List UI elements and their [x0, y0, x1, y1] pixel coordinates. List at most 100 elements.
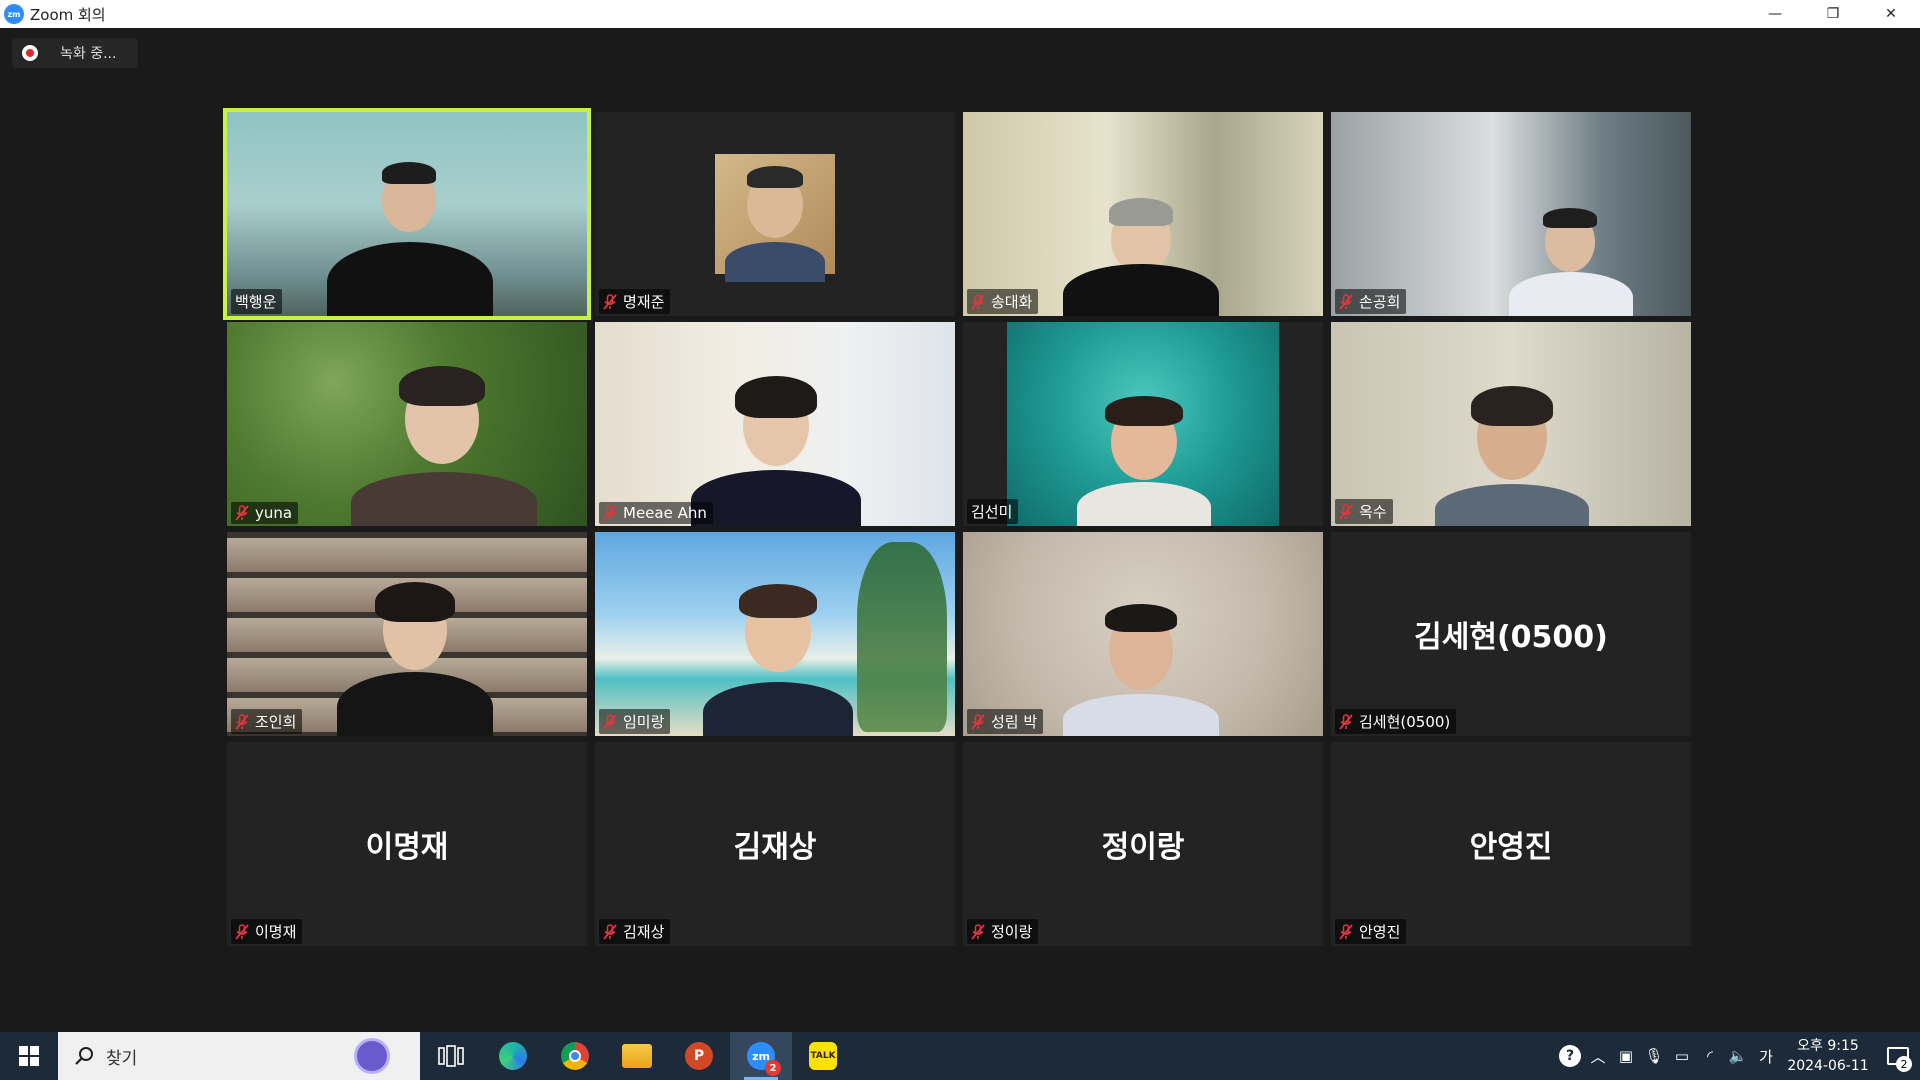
- participant-name-label: 정이랑: [967, 919, 1039, 944]
- zoom-badge: 2: [765, 1060, 781, 1076]
- record-icon: [22, 45, 38, 61]
- participant-tile[interactable]: 이명재 이명재: [227, 742, 587, 946]
- participant-name: 송대화: [991, 293, 1033, 311]
- clock-time: 오후 9:15: [1797, 1038, 1859, 1054]
- muted-mic-icon: [1339, 713, 1353, 730]
- participant-tile[interactable]: 손공희: [1331, 112, 1691, 316]
- participant-name: 이명재: [255, 923, 297, 941]
- muted-mic-icon: [1339, 923, 1353, 940]
- taskbar-clock[interactable]: 오후 9:15 2024-06-11: [1780, 1036, 1876, 1076]
- close-button[interactable]: ✕: [1862, 0, 1920, 28]
- participant-name: Meeae Ahn: [623, 504, 707, 522]
- wifi-icon[interactable]: ◜: [1696, 1032, 1724, 1080]
- participant-video: [595, 322, 955, 526]
- participant-video: [227, 322, 587, 526]
- participant-tile[interactable]: 백행운: [223, 108, 591, 320]
- participant-tile[interactable]: 명재준: [595, 112, 955, 316]
- participant-tile[interactable]: 김세현(0500) 김세현(0500): [1331, 532, 1691, 736]
- participant-tile[interactable]: 임미랑: [595, 532, 955, 736]
- participant-name: 임미랑: [623, 713, 665, 731]
- speaker-icon[interactable]: 🔈: [1724, 1032, 1752, 1080]
- participant-tile[interactable]: 조인희: [227, 532, 587, 736]
- participant-initial-name: 김세현(0500): [1414, 620, 1608, 655]
- participant-tile[interactable]: 정이랑 정이랑: [963, 742, 1323, 946]
- clock-widget-icon[interactable]: [354, 1038, 390, 1074]
- kakaotalk-icon: TALK: [809, 1042, 837, 1070]
- participant-tile[interactable]: 안영진 안영진: [1331, 742, 1691, 946]
- powerpoint-button[interactable]: P: [668, 1032, 730, 1080]
- participant-tile[interactable]: 옥수: [1331, 322, 1691, 526]
- participant-initial-name: 김재상: [733, 830, 817, 865]
- participant-name: 김세현(0500): [1359, 713, 1451, 731]
- participant-name-label: 조인희: [231, 709, 303, 734]
- muted-mic-icon: [603, 923, 617, 940]
- zoom-button[interactable]: zm 2: [730, 1032, 792, 1080]
- battery-icon[interactable]: ▭: [1668, 1032, 1696, 1080]
- participant-initial-name: 안영진: [1469, 830, 1553, 865]
- participant-tile[interactable]: 김재상 김재상: [595, 742, 955, 946]
- muted-mic-icon: [971, 713, 985, 730]
- participant-name-label: 옥수: [1335, 499, 1393, 524]
- participant-name-label: 명재준: [599, 289, 671, 314]
- participant-video: [227, 112, 587, 316]
- participant-name: 정이랑: [991, 923, 1033, 941]
- notification-center-button[interactable]: 2: [1876, 1032, 1920, 1080]
- search-icon: [72, 1044, 96, 1068]
- participant-video: [1007, 322, 1279, 526]
- participant-video: [227, 532, 587, 736]
- recording-indicator[interactable]: 녹화 중...: [12, 38, 138, 68]
- windows-logo-icon: [19, 1046, 39, 1066]
- edge-icon: [499, 1042, 527, 1070]
- ime-indicator[interactable]: 가: [1752, 1032, 1780, 1080]
- chevron-up-icon[interactable]: ︿: [1584, 1032, 1612, 1080]
- participant-name-label: 김세현(0500): [1335, 709, 1457, 734]
- participant-tile[interactable]: Meeae Ahn: [595, 322, 955, 526]
- participant-name: 명재준: [623, 293, 665, 311]
- file-explorer-button[interactable]: [606, 1032, 668, 1080]
- taskbar: 찾기 P zm 2 TALK ? ︿ ▣ 🎙 ▭ ◜ 🔈 가 오후 9:15 2…: [0, 1032, 1920, 1080]
- task-view-button[interactable]: [420, 1032, 482, 1080]
- participant-tile[interactable]: 김선미: [963, 322, 1323, 526]
- muted-mic-icon: [235, 713, 249, 730]
- chrome-button[interactable]: [544, 1032, 606, 1080]
- help-icon[interactable]: ?: [1556, 1032, 1584, 1080]
- restore-button[interactable]: ❐: [1804, 0, 1862, 28]
- participant-video: [1331, 322, 1691, 526]
- zoom-icon: zm 2: [747, 1042, 781, 1076]
- folder-icon: [622, 1044, 652, 1068]
- participant-initial-name: 정이랑: [1101, 830, 1185, 865]
- notification-count: 2: [1896, 1056, 1912, 1072]
- participant-name: 안영진: [1359, 923, 1401, 941]
- participant-name: 옥수: [1359, 503, 1387, 521]
- muted-mic-icon: [603, 293, 617, 310]
- title-bar: zm Zoom 회의 — ❐ ✕: [0, 0, 1920, 28]
- participant-name-label: yuna: [231, 502, 299, 524]
- clock-date: 2024-06-11: [1787, 1058, 1869, 1074]
- zoom-icon-label: zm: [752, 1049, 770, 1063]
- kakaotalk-button[interactable]: TALK: [792, 1032, 854, 1080]
- minimize-button[interactable]: —: [1746, 0, 1804, 28]
- start-button[interactable]: [0, 1032, 58, 1080]
- microphone-icon[interactable]: 🎙: [1640, 1032, 1668, 1080]
- participant-video: [715, 154, 835, 282]
- participant-name-label: 안영진: [1335, 919, 1407, 944]
- participant-name-label: Meeae Ahn: [599, 502, 713, 524]
- meet-now-icon[interactable]: ▣: [1612, 1032, 1640, 1080]
- muted-mic-icon: [603, 713, 617, 730]
- muted-mic-icon: [971, 293, 985, 310]
- participant-tile[interactable]: yuna: [227, 322, 587, 526]
- participant-tile[interactable]: 성림 박: [963, 532, 1323, 736]
- video-grid: 백행운 명재준 송대화 손공희 yuna Meeae Ahn 김선미 옥수 조인…: [223, 108, 1693, 946]
- participant-tile[interactable]: 송대화: [963, 112, 1323, 316]
- muted-mic-icon: [235, 923, 249, 940]
- recording-label: 녹화 중...: [60, 46, 117, 62]
- taskbar-search[interactable]: 찾기: [58, 1032, 420, 1080]
- participant-initial-name: 이명재: [365, 830, 449, 865]
- muted-mic-icon: [1339, 503, 1353, 520]
- participant-video: [963, 532, 1323, 736]
- participant-name-label: 임미랑: [599, 709, 671, 734]
- edge-button[interactable]: [482, 1032, 544, 1080]
- muted-mic-icon: [971, 923, 985, 940]
- participant-name-label: 김선미: [967, 499, 1019, 524]
- participant-name: 손공희: [1359, 293, 1401, 311]
